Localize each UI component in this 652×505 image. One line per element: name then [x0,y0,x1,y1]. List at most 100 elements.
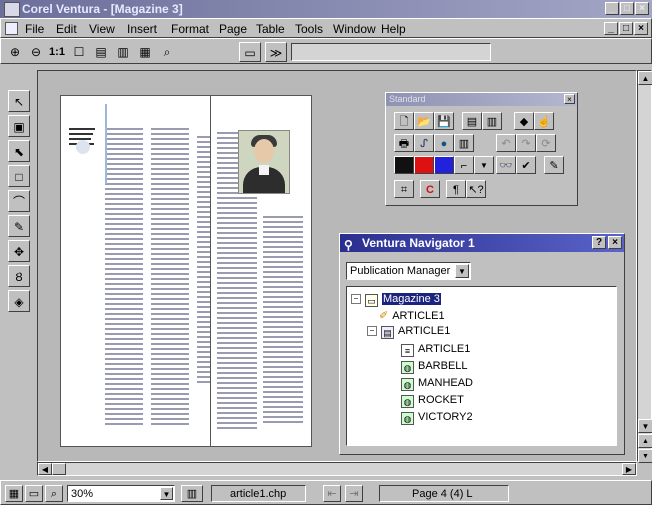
zoom-width-icon[interactable]: ▥ [113,42,133,62]
text-column-1[interactable] [105,128,143,428]
navigator-title-bar[interactable]: ⚲ Ventura Navigator 1 ? × [340,234,624,252]
portrait-image[interactable] [238,130,290,194]
zoom-in-icon[interactable]: ⊕ [5,42,25,62]
zoom-select[interactable]: 30% ▼ [67,485,175,502]
book-icon[interactable]: ▥ [454,134,474,152]
text-column-5[interactable] [263,216,303,426]
collapse-icon[interactable]: − [367,326,377,336]
tree-node-chapter-open[interactable]: − ▤ ARTICLE1 [367,325,450,339]
standard-toolbar-title[interactable]: Standard × [386,93,577,106]
color-black-icon[interactable] [394,156,414,174]
save-icon[interactable]: 💾 [434,112,454,130]
edit-icon[interactable]: ✎ [544,156,564,174]
dropdown-arrow-icon[interactable]: ▼ [474,156,494,174]
frame-outline-icon[interactable]: ⌐ [454,156,474,174]
zoom-height-icon[interactable]: ▦ [135,42,155,62]
prev-page-icon[interactable]: ⇤ [323,485,341,502]
next-page-icon[interactable]: ⇥ [345,485,363,502]
page-view-icon[interactable]: ▭ [25,485,43,502]
doc-close-button[interactable]: × [634,22,648,35]
new-icon[interactable]: 🗋 [394,112,414,130]
vertical-scrollbar[interactable]: ▲ ▼ ▲ ▼ [637,70,652,463]
export-icon[interactable]: ▥ [482,112,502,130]
menu-format[interactable]: Format [171,22,209,36]
text-style-button[interactable]: ≫ [265,42,287,62]
scroll-right-icon[interactable]: ▶ [622,463,636,475]
menu-insert[interactable]: Insert [127,22,157,36]
tag-icon[interactable]: ⌗ [394,180,414,198]
pick-tool-icon[interactable]: ↖ [8,90,30,112]
paragraph-icon[interactable]: ¶ [446,180,466,198]
transform-tool-icon[interactable]: ✥ [8,240,30,262]
import-icon[interactable]: ▤ [462,112,482,130]
scroll-down-icon[interactable]: ▼ [638,419,652,433]
tree-node-file[interactable]: ≡ ARTICLE1 [401,343,470,357]
zoom-select-arrow-icon[interactable]: ▼ [160,487,173,500]
corel-icon[interactable]: ◆ [514,112,534,130]
close-button[interactable]: × [635,2,649,15]
tree-node-file[interactable]: ◍ MANHEAD [401,377,473,391]
text-column-2[interactable] [151,128,189,428]
globe-icon[interactable]: ● [434,134,454,152]
zoom-actual-button[interactable]: 1:1 [47,42,67,62]
navigator-view-select[interactable]: Publication Manager ▼ [346,262,471,280]
zoom-page-icon[interactable]: ☐ [69,42,89,62]
fill-tool-icon[interactable]: ◈ [8,290,30,312]
style-field[interactable] [291,43,491,61]
repeat-icon[interactable]: ⟳ [536,134,556,152]
page-down-icon[interactable]: ▼ [638,449,652,463]
horizontal-scroll-thumb[interactable] [52,463,66,475]
menu-edit[interactable]: Edit [56,22,77,36]
minimize-button[interactable]: _ [605,2,619,15]
find-icon[interactable]: 👓 [496,156,516,174]
navigator-help-button[interactable]: ? [592,236,606,249]
pen-tool-icon[interactable]: ✎ [8,215,30,237]
frame-tool-icon[interactable]: ▣ [8,115,30,137]
doc-maximize-button[interactable]: □ [619,22,633,35]
menu-file[interactable]: File [25,22,44,36]
node-tool-icon[interactable]: ⬉ [8,140,30,162]
scroll-up-icon[interactable]: ▲ [638,71,652,85]
menu-tools[interactable]: Tools [295,22,323,36]
collapse-icon[interactable]: − [351,294,361,304]
redo-icon[interactable]: ↷ [516,134,536,152]
color-blue-icon[interactable] [434,156,454,174]
tree-node-file[interactable]: ◍ VICTORY2 [401,411,473,425]
print-icon[interactable]: 🖶 [394,134,414,152]
zoom-spread-icon[interactable]: ▤ [91,42,111,62]
frame-button[interactable]: ▭ [239,42,261,62]
draft-view-icon[interactable]: ⌕ [45,485,63,502]
outline-tool-icon[interactable]: Ȣ [8,265,30,287]
scroll-left-icon[interactable]: ◀ [38,463,52,475]
undo-icon[interactable]: ↶ [496,134,516,152]
navigator-close-button[interactable]: × [608,236,622,249]
document-icon[interactable] [5,22,18,35]
color-red-icon[interactable] [414,156,434,174]
zoom-tool-icon[interactable]: ⌕ [157,42,177,62]
facing-pages-icon[interactable]: ▥ [181,485,203,502]
tree-node-chapter[interactable]: ✐ ARTICLE1 [379,309,445,322]
tree-node-file[interactable]: ◍ ROCKET [401,394,464,408]
lasso-tool-icon[interactable]: ⌒ [8,190,30,212]
menu-window[interactable]: Window [333,22,376,36]
spell-icon[interactable]: ᔑ [414,134,434,152]
doc-minimize-button[interactable]: _ [604,22,618,35]
tree-node-publication[interactable]: − ▭ Magazine 3 [351,293,441,307]
zoom-out-icon[interactable]: ⊖ [26,42,46,62]
thesaurus-icon[interactable]: ✔ [516,156,536,174]
rectangle-tool-icon[interactable]: □ [8,165,30,187]
page-up-icon[interactable]: ▲ [638,434,652,448]
menu-help[interactable]: Help [381,22,406,36]
layout-view-icon[interactable]: ▦ [5,485,23,502]
app-icon[interactable] [4,2,20,17]
context-help-icon[interactable]: ↖? [466,180,486,198]
corel-c-icon[interactable]: C [420,180,440,198]
menu-view[interactable]: View [89,22,115,36]
help-hand-icon[interactable]: ☝ [534,112,554,130]
menu-page[interactable]: Page [219,22,247,36]
maximize-button[interactable]: □ [620,2,634,15]
standard-close-button[interactable]: × [564,94,575,104]
tree-node-file[interactable]: ◍ BARBELL [401,360,468,374]
horizontal-scrollbar[interactable]: ◀ ▶ [37,462,637,476]
select-arrow-icon[interactable]: ▼ [455,264,469,278]
